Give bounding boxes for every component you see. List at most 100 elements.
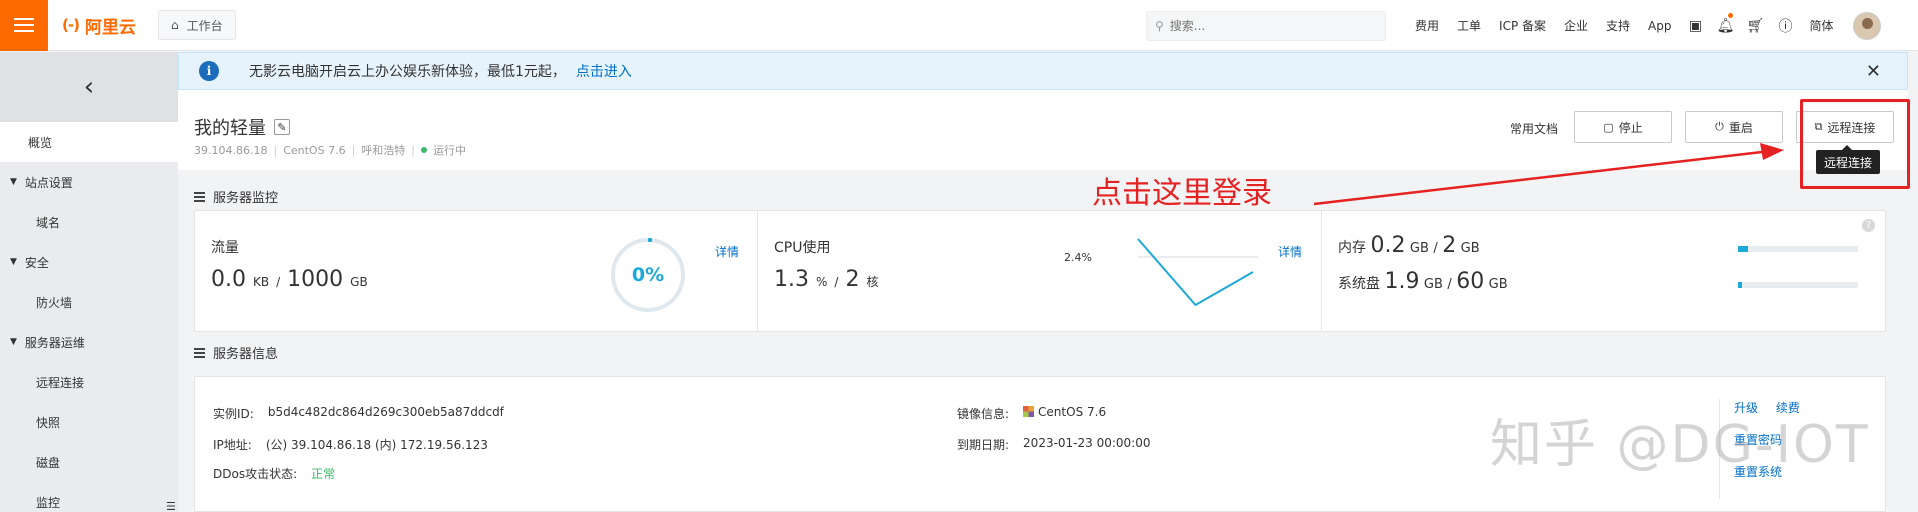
notice-banner: i 无影云电脑开启云上办公娱乐新体验，最低1元起， 点击进入 ✕ [178,52,1908,90]
user-avatar[interactable] [1852,11,1881,40]
menu-icon-bar [14,30,34,32]
sidebar-group-label: 站点设置 [24,175,73,190]
close-icon[interactable]: ✕ [1866,61,1881,82]
restart-label: 重启 [1728,120,1753,135]
docs-link[interactable]: 常用文档 [1510,120,1558,137]
caret-down-icon: ▼ [10,337,17,347]
remote-connect-tooltip: 远程连接 [1816,145,1881,174]
cpu-cores-unit: 核 [866,275,879,289]
sidebar: ‹ 概览 ▼ 站点设置 域名 ▼ 安全 防火墙 ▼ 服务器运维 远程连接 快照 … [0,52,178,512]
memory-usage-fill [1738,246,1748,252]
workbench-button[interactable]: ⌂ 工作台 [157,10,236,40]
sidebar-item-label: 快照 [36,415,61,430]
sidebar-group-security[interactable]: ▼ 安全 [0,242,178,282]
notice-link[interactable]: 点击进入 [576,61,632,81]
sidebar-item-firewall[interactable]: 防火墙 [0,282,178,322]
traffic-percent: 0% [631,264,665,286]
instance-status: 运行中 [433,144,467,157]
workbench-label: 工作台 [186,18,223,33]
search-box[interactable]: ⚲ [1146,11,1386,41]
traffic-detail-link[interactable]: 详情 [715,243,739,260]
disk-unit: GB [1423,277,1443,292]
instance-region: 呼和浩特 [361,144,406,157]
instance-ip: 39.104.86.18 [194,143,268,157]
sidebar-item-snapshot[interactable]: 快照 [0,402,178,442]
instance-name: 我的轻量 [194,118,266,139]
expire-value: 2023-01-23 00:00:00 [1023,436,1151,450]
stop-label: 停止 [1618,120,1643,135]
sidebar-toggle-icon[interactable]: ☰ [166,500,178,512]
memory-usage-bar [1738,246,1858,252]
sidebar-item-remote-connect[interactable]: 远程连接 [0,362,178,402]
ddos-row: DDos攻击状态: 正常 [213,465,335,482]
restart-button[interactable]: ⏻ 重启 [1685,111,1783,143]
disk-label: 系统盘 [1338,276,1380,292]
sidebar-group-label: 安全 [24,255,49,270]
instance-id-row: 实例ID: b5d4c482dc864d269c300eb5a87ddcdf [213,405,504,422]
cpu-peak-label: 2.4% [1064,251,1092,264]
expire-row: 到期日期: 2023-01-23 00:00:00 [957,436,1151,453]
sidebar-group-site-settings[interactable]: ▼ 站点设置 [0,162,178,202]
cpu-series-line [1137,238,1254,307]
top-link-tickets[interactable]: 工单 [1448,17,1490,34]
info-icon: i [199,61,219,81]
traffic-value: 0.0 KB / 1000 GB [211,267,368,292]
ip-label: IP地址: [213,438,252,452]
stop-button[interactable]: ▢ 停止 [1574,111,1672,143]
hamburger-menu-button[interactable] [0,0,48,51]
stop-icon: ▢ [1603,120,1614,134]
memory-row: 内存 0.2 GB / 2 GB [1338,233,1480,258]
cart-icon[interactable]: 🛒︎ [1741,0,1771,51]
traffic-total: 1000 [287,267,344,292]
notice-text: 无影云电脑开启云上办公娱乐新体验，最低1元起， [249,64,566,80]
ddos-value: 正常 [311,467,336,481]
separator: | [411,143,416,157]
sidebar-group-server-ops[interactable]: ▼ 服务器运维 [0,322,178,362]
top-link-fees[interactable]: 费用 [1406,17,1448,34]
cpu-unit: % [816,275,828,289]
memory-label: 内存 [1338,240,1366,256]
top-link-support[interactable]: 支持 [1597,17,1639,34]
memory-used: 0.2 [1370,233,1406,258]
remote-connect-button[interactable]: ⧉ 远程连接 [1796,111,1894,143]
storage-cell: 内存 0.2 GB / 2 GB 系统盘 1.9 GB / 60 GB ? [1322,211,1885,331]
caret-down-icon: ▼ [10,257,17,267]
traffic-cell: 流量 0.0 KB / 1000 GB 0% 详情 [195,211,758,331]
sidebar-item-overview[interactable]: 概览 [0,122,178,162]
disk-total: 60 [1456,269,1485,294]
top-link-app[interactable]: App [1639,19,1680,33]
traffic-total-unit: GB [350,275,368,289]
monitor-icon: ⧉ [1814,120,1823,133]
disk-usage-bar [1738,282,1858,288]
terminal-icon[interactable]: ▣ [1681,0,1711,51]
cpu-detail-link[interactable]: 详情 [1278,243,1302,260]
sidebar-collapse-button[interactable]: ‹ [0,52,178,122]
power-icon: ⏻ [1715,120,1724,133]
chevron-left-icon: ‹ [83,72,95,102]
sidebar-item-monitor[interactable]: 监控 [0,482,178,512]
slash: / [1433,241,1438,256]
aliyun-logo[interactable]: (-) 阿里云 [62,13,136,38]
search-input[interactable] [1169,19,1370,33]
search-icon: ⚲ [1155,19,1164,33]
sidebar-item-label: 概览 [28,135,53,150]
monitor-card: 流量 0.0 KB / 1000 GB 0% 详情 CPU使用 1.3 % / … [194,210,1886,332]
sidebar-item-label: 域名 [36,215,61,230]
language-switch[interactable]: 简体 [1801,17,1843,34]
help-icon[interactable]: ⓘ [1771,0,1801,51]
info-heading: 服务器信息 [194,343,278,362]
edit-icon[interactable]: ✎ [274,119,290,135]
cpu-label: CPU使用 [774,240,831,256]
ddos-label: DDos攻击状态: [213,467,298,481]
bell-icon[interactable]: 🔔︎ [1711,0,1741,51]
logo-text: 阿里云 [84,17,136,38]
top-link-icp[interactable]: ICP 备案 [1490,17,1555,34]
image-value-wrap: CentOS 7.6 [1023,405,1106,422]
sidebar-item-domain[interactable]: 域名 [0,202,178,242]
ip-value: (公) 39.104.86.18 (内) 172.19.56.123 [265,438,488,452]
monitor-heading: 服务器监控 [194,187,278,206]
traffic-used-unit: KB [253,275,270,289]
top-link-enterprise[interactable]: 企业 [1555,17,1597,34]
sidebar-item-disk[interactable]: 磁盘 [0,442,178,482]
help-icon[interactable]: ? [1862,219,1875,232]
